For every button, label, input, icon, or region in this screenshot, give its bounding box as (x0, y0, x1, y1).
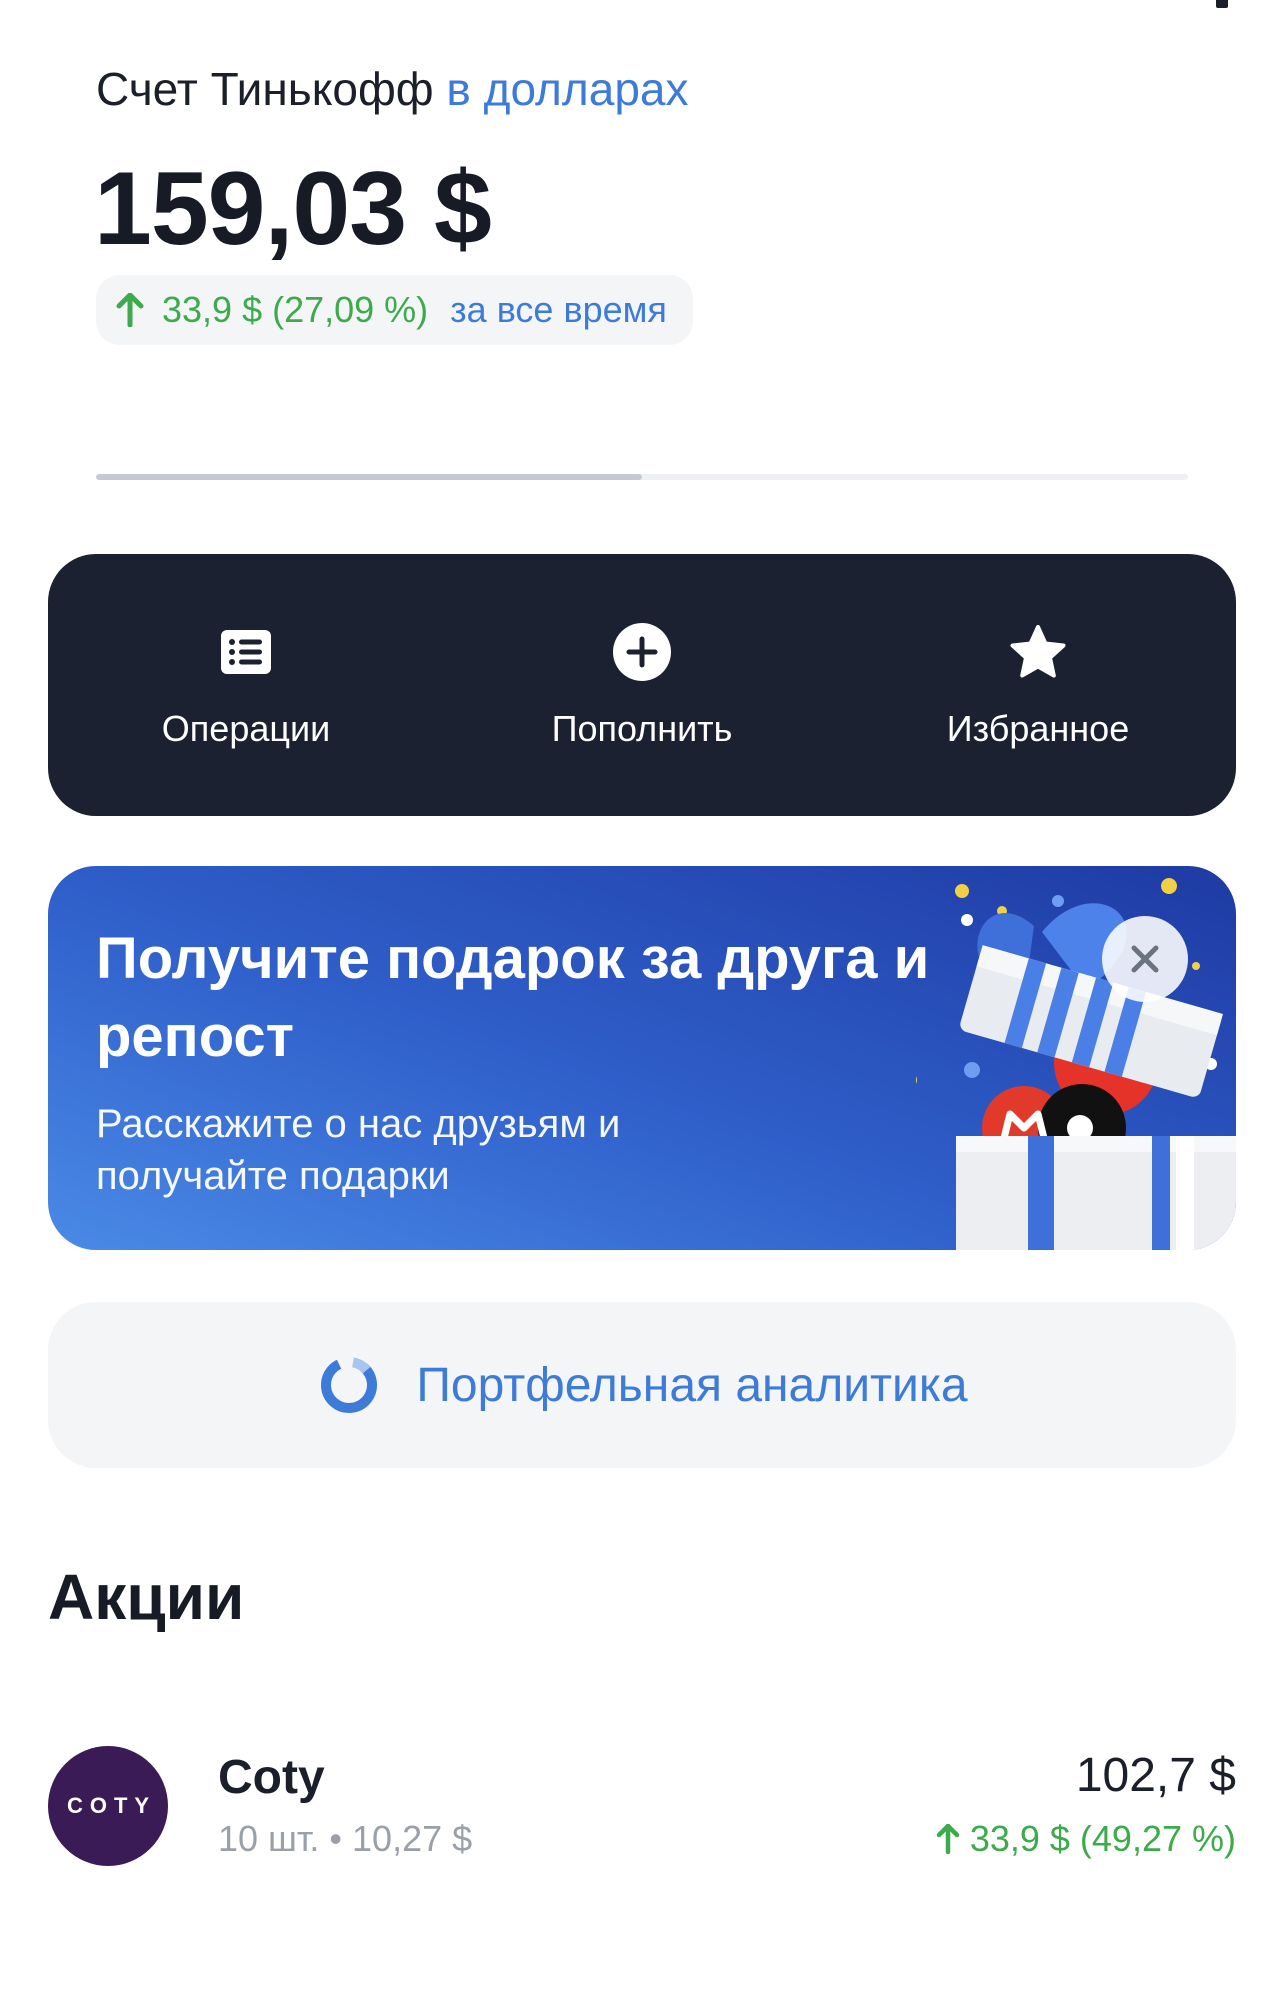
total-gain-pill[interactable]: 33,9 $ (27,09 %) за все время (96, 275, 693, 345)
account-title: Счет Тинькофф в долларах (96, 62, 688, 116)
stock-gain: 33,9 $ (49,27 %) (936, 1818, 1236, 1860)
page-indicator (96, 474, 1188, 480)
promo-title: Получите подарок за друга и репост (96, 926, 930, 1069)
arrow-up-icon (936, 1824, 960, 1854)
close-icon (1131, 945, 1159, 973)
total-gain-value: 33,9 $ (27,09 %) (162, 289, 429, 330)
portfolio-analytics-label: Портфельная аналитика (416, 1358, 968, 1412)
confetti-dot (1052, 895, 1064, 907)
confetti-dot (1161, 878, 1177, 894)
operations-label: Операции (161, 708, 331, 749)
promo-banner[interactable]: Получите подарок за друга и репост Расск… (48, 866, 1236, 1250)
stock-quantity-price: 10 шт. • 10,27 $ (218, 1818, 473, 1859)
promo-description: Расскажите о нас друзьям и получайте под… (96, 1102, 621, 1198)
confetti-dot (955, 884, 969, 898)
promo-close-button[interactable] (1102, 916, 1188, 1002)
currency-switch[interactable]: в долларах (446, 63, 688, 115)
top-up-label: Пополнить (551, 708, 733, 749)
account-name: Счет Тинькофф (96, 63, 434, 115)
arrow-up-icon (116, 293, 144, 327)
plus-circle-icon (613, 623, 671, 681)
stocks-section-title: Акции (48, 1561, 245, 1633)
account-balance: 159,03 $ (94, 151, 492, 267)
coty-logo: COTY (48, 1746, 168, 1866)
star-icon (1010, 625, 1066, 678)
stock-name: Coty (218, 1751, 325, 1804)
list-icon (221, 630, 271, 674)
stock-gain-value: 33,9 $ (49,27 %) (969, 1818, 1236, 1859)
stock-row-coty[interactable]: COTY Coty 10 шт. • 10,27 $ 102,7 $ 33,9 … (48, 1746, 1236, 1868)
portfolio-analytics-button[interactable]: Портфельная аналитика (48, 1302, 1236, 1468)
confetti-dot (1192, 962, 1200, 970)
favorites-button[interactable]: Избранное (840, 554, 1236, 816)
operations-button[interactable]: Операции (48, 554, 444, 816)
page-indicator-fill (96, 474, 642, 480)
quick-actions-panel: Операции Пополнить Избранное (48, 554, 1236, 816)
status-bar-fragment (1216, 0, 1228, 8)
top-up-button[interactable]: Пополнить (444, 554, 840, 816)
gain-period-selector[interactable]: за все время (450, 289, 667, 331)
favorites-label: Избранное (946, 708, 1130, 749)
stock-position-value: 102,7 $ (1075, 1749, 1236, 1802)
donut-chart-icon (321, 1357, 378, 1413)
